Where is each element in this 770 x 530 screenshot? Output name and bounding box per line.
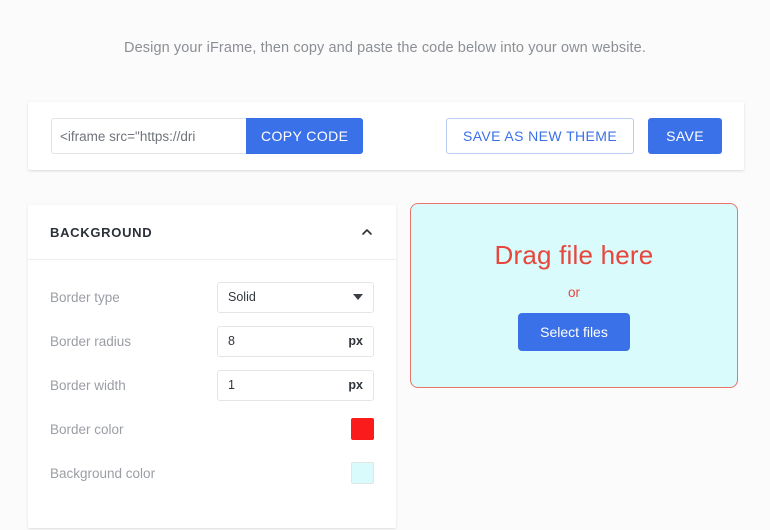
border-type-label: Border type	[50, 289, 120, 305]
border-radius-input[interactable]: 8 px	[217, 325, 374, 357]
drag-file-here-text: Drag file here	[494, 240, 654, 270]
background-color-swatch[interactable]	[351, 462, 374, 484]
border-color-label: Border color	[50, 421, 124, 437]
form-row-border-color: Border color	[50, 410, 374, 448]
border-width-input[interactable]: 1 px	[217, 369, 374, 401]
toolbar-actions: SAVE AS NEW THEME SAVE	[445, 118, 722, 154]
copy-code-button[interactable]: COPY CODE	[246, 118, 364, 154]
border-type-value: Solid	[228, 290, 256, 304]
background-section-header[interactable]: BACKGROUND	[28, 205, 396, 260]
form-row-border-width: Border width 1 px	[50, 366, 374, 404]
form-row-border-type: Border type Solid	[50, 278, 374, 316]
border-radius-label: Border radius	[50, 333, 132, 349]
border-type-select[interactable]: Solid	[217, 281, 374, 313]
chevron-down-icon	[353, 294, 363, 300]
border-width-value: 1	[228, 378, 235, 392]
border-width-label: Border width	[50, 377, 126, 393]
background-section-title: BACKGROUND	[50, 224, 153, 240]
select-files-button[interactable]: Select files	[518, 313, 630, 351]
chevron-up-icon[interactable]	[360, 225, 374, 239]
border-color-swatch[interactable]	[351, 418, 374, 440]
form-row-border-radius: Border radius 8 px	[50, 322, 374, 360]
border-radius-unit: px	[348, 334, 363, 348]
background-color-label: Background color	[50, 465, 156, 481]
page-intro-text: Design your iFrame, then copy and paste …	[124, 40, 646, 56]
save-button[interactable]: SAVE	[648, 118, 722, 154]
save-as-new-theme-button[interactable]: SAVE AS NEW THEME	[445, 118, 635, 154]
form-row-background-color: Background color	[50, 454, 374, 492]
border-radius-value: 8	[228, 334, 235, 348]
background-settings-form: Border type Solid Border radius 8 px Bor…	[28, 260, 396, 528]
file-drop-zone[interactable]: Drag file here or Select files	[410, 203, 738, 388]
toolbar-card: <iframe src="https://dri COPY CODE SAVE …	[28, 102, 744, 170]
background-settings-panel: BACKGROUND Border type Solid Border radi…	[28, 205, 396, 528]
embed-code-group: <iframe src="https://dri COPY CODE	[51, 118, 364, 154]
or-separator-text: or	[567, 285, 580, 300]
border-width-unit: px	[348, 378, 363, 392]
embed-code-input[interactable]: <iframe src="https://dri	[51, 118, 246, 154]
